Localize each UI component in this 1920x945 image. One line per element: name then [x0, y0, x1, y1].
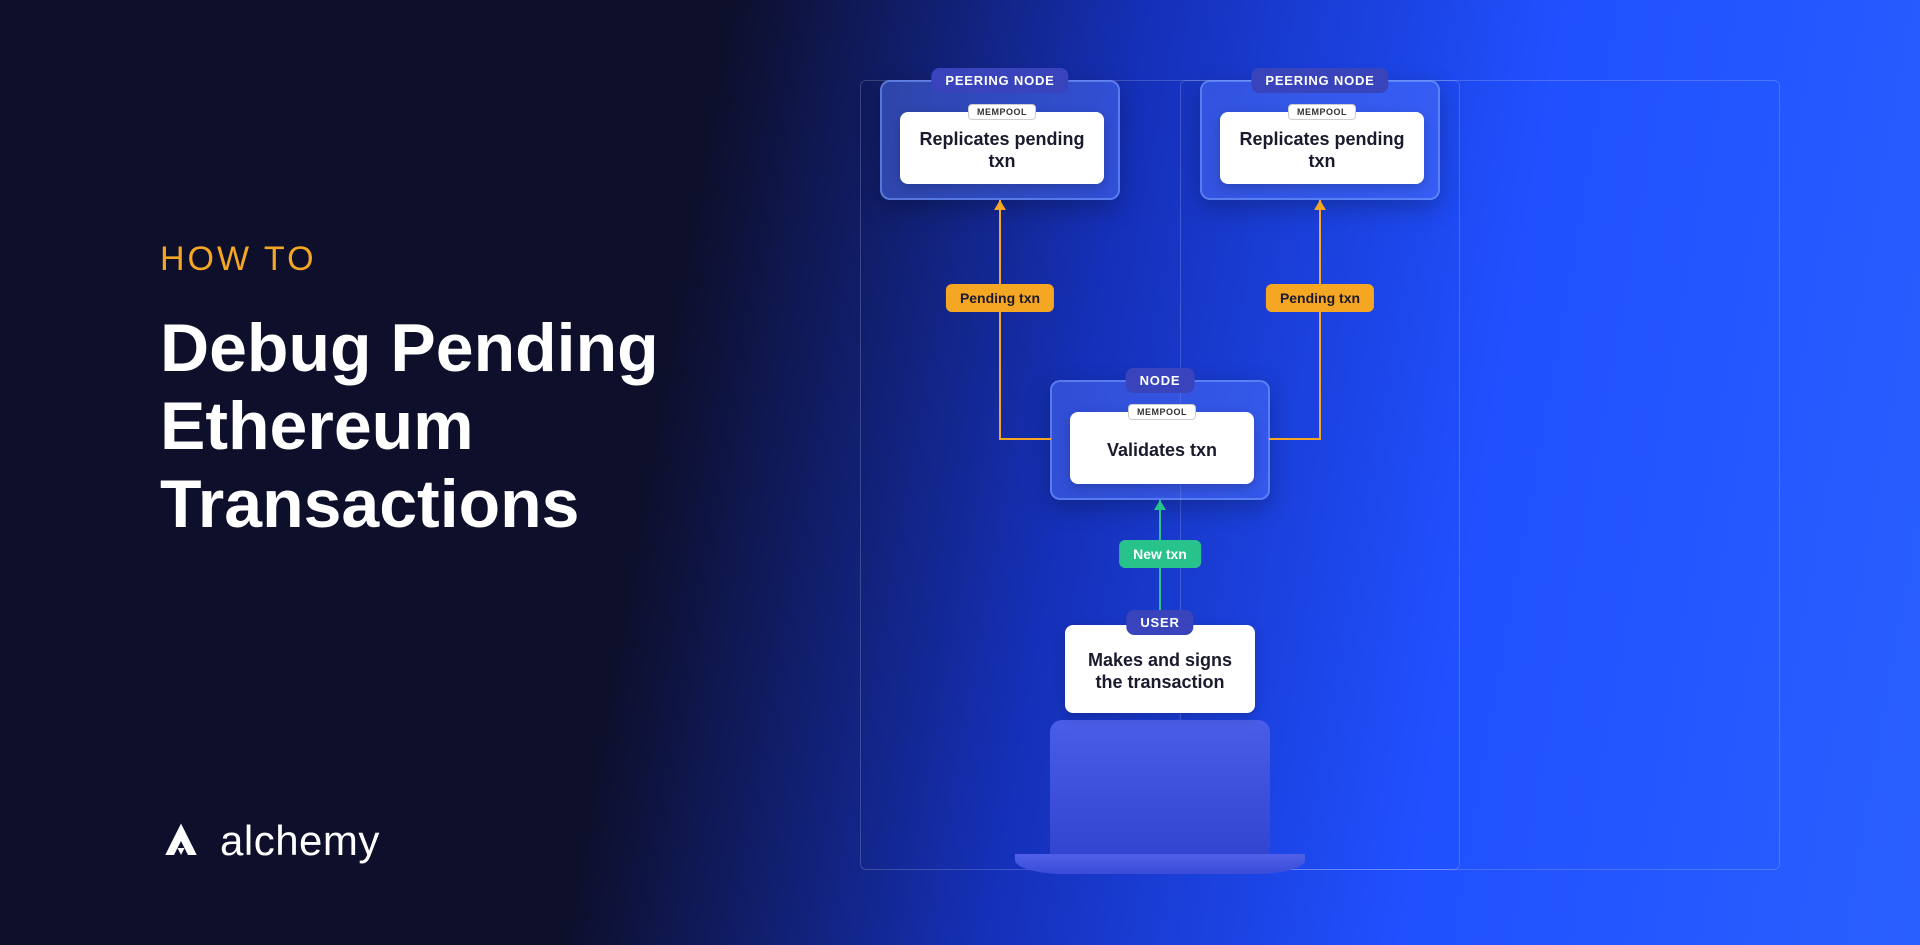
- box-peering-right: MEMPOOL Replicates pending txn: [1220, 112, 1424, 184]
- brand-logo: alchemy: [160, 817, 380, 865]
- line-right-horiz: [1269, 438, 1321, 440]
- laptop-icon: [1050, 720, 1270, 860]
- badge-node: NODE: [1126, 368, 1195, 393]
- brand-name: alchemy: [220, 817, 380, 865]
- text-node: Validates txn: [1107, 439, 1217, 462]
- page-title: Debug Pending Ethereum Transactions: [160, 309, 810, 544]
- line-left-horiz: [999, 438, 1051, 440]
- pill-pending-left: Pending txn: [946, 284, 1054, 312]
- text-peering-left: Replicates pending txn: [910, 128, 1094, 173]
- pill-new-txn: New txn: [1119, 540, 1201, 568]
- arrow-right: [1314, 200, 1326, 210]
- line-right-vert: [1319, 200, 1321, 440]
- alchemy-icon: [160, 820, 202, 862]
- text-peering-right: Replicates pending txn: [1230, 128, 1414, 173]
- badge-peering-right: PEERING NODE: [1251, 68, 1388, 93]
- box-node: MEMPOOL Validates txn: [1070, 412, 1254, 484]
- card-node: MEMPOOL Validates txn: [1050, 380, 1270, 500]
- card-peering-left: MEMPOOL Replicates pending txn: [880, 80, 1120, 200]
- pill-pending-right: Pending txn: [1266, 284, 1374, 312]
- box-user: Makes and signs the transaction: [1065, 625, 1255, 713]
- mempool-tag-right: MEMPOOL: [1288, 104, 1356, 120]
- badge-peering-left: PEERING NODE: [931, 68, 1068, 93]
- text-user: Makes and signs the transaction: [1075, 649, 1245, 694]
- eyebrow: HOW TO: [160, 240, 810, 279]
- mempool-tag-left: MEMPOOL: [968, 104, 1036, 120]
- mempool-tag-node: MEMPOOL: [1128, 404, 1196, 420]
- arrow-user-node: [1154, 500, 1166, 510]
- arrow-left: [994, 200, 1006, 210]
- line-left-vert: [999, 200, 1001, 440]
- card-peering-right: MEMPOOL Replicates pending txn: [1200, 80, 1440, 200]
- badge-user: USER: [1126, 610, 1193, 635]
- box-peering-left: MEMPOOL Replicates pending txn: [900, 112, 1104, 184]
- diagram: PEERING NODE MEMPOOL Replicates pending …: [860, 40, 1780, 900]
